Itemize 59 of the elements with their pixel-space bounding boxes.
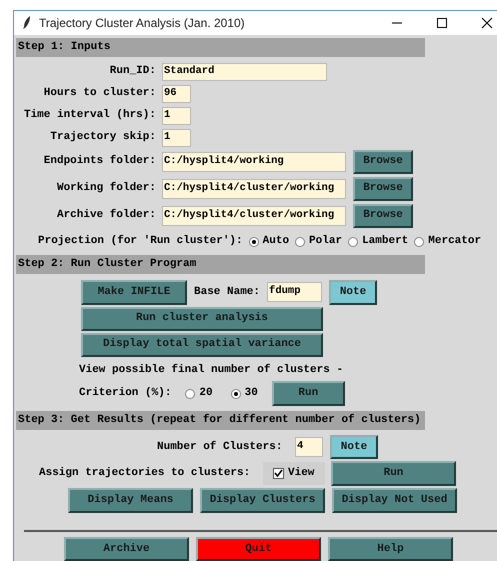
section-header: Step 3: Get Results (repeat for different number of clusters) [16, 411, 425, 430]
radio-button[interactable] [295, 236, 306, 246]
criterion-label: Criterion (%): [79, 386, 172, 402]
footer-button[interactable]: Archive [64, 537, 189, 561]
radio-button[interactable] [248, 236, 259, 246]
radio-button[interactable] [230, 388, 241, 398]
text-field[interactable]: 1 [162, 106, 191, 124]
radio-button[interactable] [348, 236, 358, 246]
display-button[interactable]: Display Not Used [332, 488, 457, 513]
display-button[interactable]: Display Clusters [200, 488, 325, 513]
run-button[interactable]: Run [331, 461, 456, 486]
browse-button[interactable]: Browse [353, 204, 413, 228]
assign-label: Assign trajectories to clusters: [39, 466, 252, 482]
radio-label: Mercator [428, 234, 482, 250]
text-field[interactable]: fdump [267, 282, 322, 302]
radio-label: Auto [262, 234, 290, 250]
section-header: Step 2: Run Cluster Program [16, 254, 425, 274]
maximize-icon[interactable] [436, 16, 448, 29]
text-field[interactable]: C:/hysplit4/working [162, 152, 346, 172]
browse-button[interactable]: Browse [353, 150, 413, 174]
radio-label: Lambert [362, 234, 408, 250]
text-field[interactable]: 96 [162, 84, 191, 102]
field-label: Time interval (hrs): [22, 108, 157, 124]
close-icon[interactable] [481, 16, 493, 29]
quit-button[interactable]: Quit [196, 537, 321, 561]
display-button[interactable]: Display Means [68, 488, 193, 513]
projection-label: Projection (for 'Run cluster'): [38, 234, 243, 250]
radio-button[interactable] [185, 388, 196, 398]
note-button[interactable]: Note [329, 280, 378, 304]
field-label: Hours to cluster: [42, 86, 157, 102]
browse-button[interactable]: Browse [353, 176, 413, 200]
window-title: Trajectory Cluster Analysis (Jan. 2010) [39, 14, 245, 32]
text-field[interactable]: 4 [295, 437, 323, 457]
field-label: Endpoints folder: [42, 154, 157, 170]
radio-label: 30 [244, 386, 258, 402]
radio-label: Polar [309, 234, 342, 250]
radio-button[interactable] [414, 236, 424, 246]
feather-icon [23, 16, 31, 30]
run-cluster-button[interactable]: Run cluster analysis [81, 306, 323, 330]
view-text: View possible final number of clusters - [79, 362, 344, 378]
number-label: Number of Clusters: [157, 440, 284, 455]
footer-button[interactable]: Help [328, 537, 453, 561]
make-infile-button[interactable]: Make INFILE [81, 280, 187, 304]
checkbox-label: View [288, 466, 314, 482]
field-label: Run_ID: [108, 64, 157, 80]
text-field[interactable]: 1 [162, 128, 191, 146]
field-label: Archive folder: [56, 208, 157, 224]
field-label: Working folder: [56, 180, 157, 196]
base-name-label: Base Name: [194, 284, 260, 300]
display-variance-button[interactable]: Display total spatial variance [81, 332, 323, 356]
field-label: Trajectory skip: [49, 130, 157, 146]
text-field[interactable]: C:/hysplit4/cluster/working [162, 178, 346, 198]
text-field[interactable]: C:/hysplit4/cluster/working [162, 206, 346, 226]
checkbox[interactable] [273, 468, 284, 479]
section-header: Step 1: Inputs [16, 38, 425, 56]
run-button[interactable]: Run [272, 381, 345, 406]
text-field[interactable]: Standard [162, 62, 327, 80]
note-button[interactable]: Note [330, 435, 378, 459]
radio-label: 20 [199, 386, 213, 402]
